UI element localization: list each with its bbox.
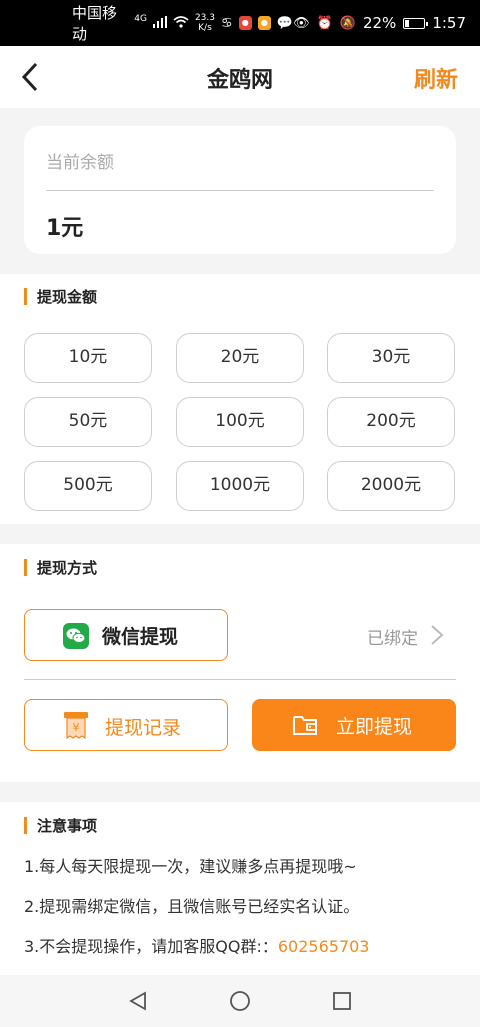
- amount-option-30[interactable]: 30元: [327, 333, 455, 383]
- wallet-icon: [293, 716, 317, 735]
- battery-percent: 22%: [362, 14, 397, 32]
- receipt-icon: ¥: [64, 712, 88, 739]
- alarm-icon: ⏰: [316, 15, 333, 31]
- notice-item-2: 2.提现需绑定微信，且微信账号已经实名认证。: [24, 897, 360, 916]
- amount-option-2000[interactable]: 2000元: [327, 461, 455, 511]
- network-speed: 23.3 K/s: [195, 13, 215, 33]
- amount-section: 提现金额 10元 20元 30元 50元 100元 200元 500元 1000…: [0, 274, 480, 524]
- notice-item-3-text: 3.不会提现操作，请加客服QQ群:：: [24, 937, 278, 956]
- balance-value: 1元: [46, 216, 84, 241]
- clock: 1:57: [432, 14, 466, 32]
- method-section-title: 提现方式: [24, 557, 97, 578]
- nav-home-icon[interactable]: [229, 990, 251, 1012]
- wifi-icon: [173, 14, 189, 32]
- bound-status[interactable]: 已绑定: [367, 624, 418, 649]
- qq-group-number[interactable]: 602565703: [278, 937, 370, 956]
- notice-item-1: 1.每人每天限提现一次，建议赚多点再提现哦~: [24, 857, 357, 876]
- speed-unit: K/s: [198, 23, 212, 33]
- chevron-right-icon[interactable]: [430, 624, 444, 646]
- app-notification-icon: ♋: [221, 15, 233, 31]
- wechat-icon: [63, 623, 89, 649]
- withdraw-now-button[interactable]: 立即提现: [252, 699, 456, 751]
- wechat-withdraw-label: 微信提现: [102, 626, 179, 648]
- nav-back-icon[interactable]: [127, 990, 149, 1012]
- battery-icon: [403, 17, 429, 29]
- svg-text:¥: ¥: [73, 721, 80, 734]
- app-notification-icon: ●: [257, 16, 271, 30]
- amount-section-title: 提现金额: [24, 286, 97, 307]
- balance-card: 当前余额 1元: [24, 126, 456, 254]
- balance-label: 当前余额: [46, 153, 114, 173]
- amount-option-20[interactable]: 20元: [176, 333, 304, 383]
- withdraw-records-button[interactable]: ¥ 提现记录: [24, 699, 228, 751]
- balance-divider: [46, 190, 434, 191]
- withdraw-now-label: 立即提现: [336, 716, 413, 738]
- wechat-withdraw-button[interactable]: 微信提现: [24, 609, 228, 661]
- eye-icon: 👁: [293, 15, 310, 31]
- amount-option-1000[interactable]: 1000元: [176, 461, 304, 511]
- amount-option-10[interactable]: 10元: [24, 333, 152, 383]
- refresh-button[interactable]: 刷新: [414, 62, 458, 94]
- status-bar: 中国移动 4G 23.3 K/s ♋ ● ● 💬 👁 ⏰ 🔕 22% 1:57: [0, 0, 480, 46]
- network-type: 4G: [134, 14, 147, 24]
- notice-item-3: 3.不会提现操作，请加客服QQ群:：602565703: [24, 933, 369, 957]
- amount-option-50[interactable]: 50元: [24, 397, 152, 447]
- app-header: 金鸥网 刷新: [0, 46, 480, 108]
- notice-section-title: 注意事项: [24, 815, 97, 836]
- amount-option-200[interactable]: 200元: [327, 397, 455, 447]
- amount-option-100[interactable]: 100元: [176, 397, 304, 447]
- method-divider: [24, 679, 456, 680]
- signal-icon: [152, 14, 167, 32]
- mute-icon: 🔕: [339, 15, 356, 31]
- app-notification-icon: ●: [238, 16, 252, 30]
- amount-option-500[interactable]: 500元: [24, 461, 152, 511]
- page-title: 金鸥网: [206, 68, 273, 93]
- withdraw-records-label: 提现记录: [105, 717, 182, 739]
- method-section: 提现方式 微信提现 已绑定 ¥ 提现记录 立即提现: [0, 544, 480, 782]
- carrier-label: 中国移动: [72, 4, 118, 43]
- speed-value: 23.3: [194, 13, 215, 23]
- system-navigation-bar: [0, 975, 480, 1027]
- nav-recents-icon[interactable]: [331, 990, 353, 1012]
- notice-section: 注意事项 1.每人每天限提现一次，建议赚多点再提现哦~ 2.提现需绑定微信，且微…: [0, 802, 480, 975]
- chat-bubble-icon: 💬: [276, 15, 294, 31]
